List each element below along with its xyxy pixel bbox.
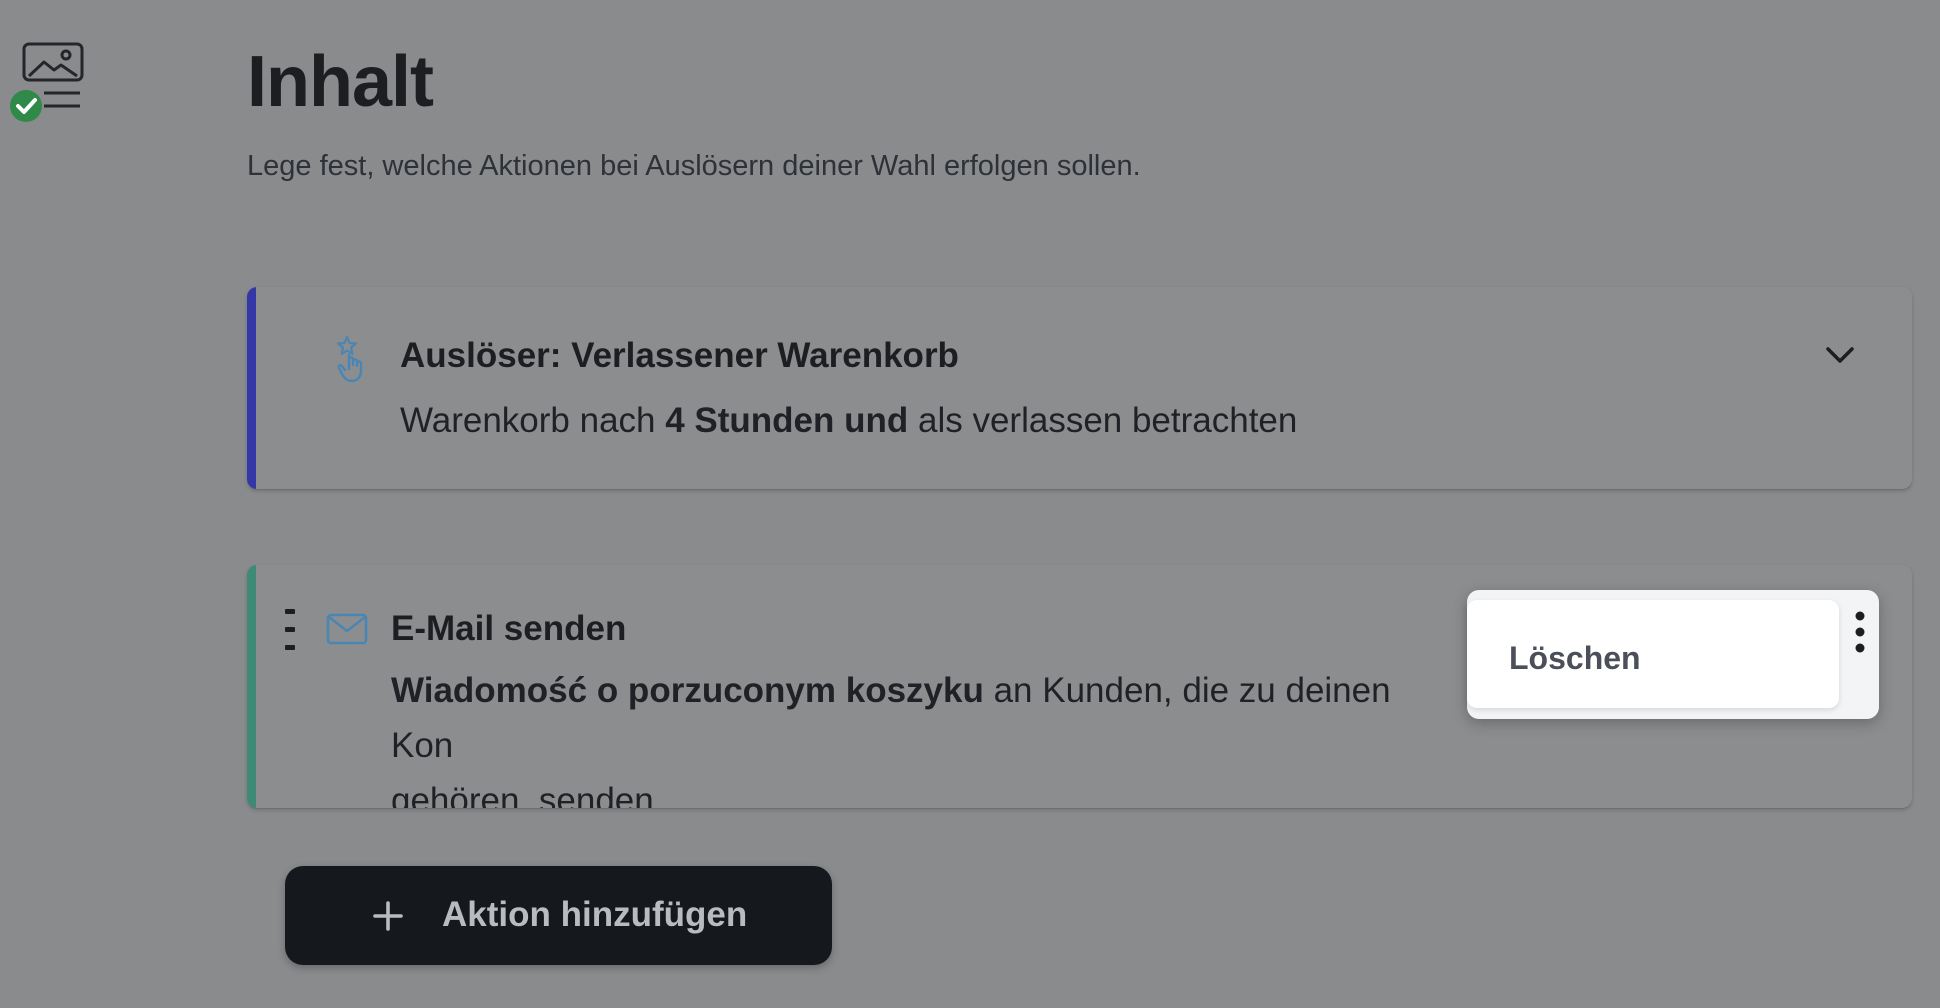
- action-card-description: Wiadomość o porzuconym koszyku an Kunden…: [391, 663, 1451, 808]
- plus-icon: [373, 901, 403, 931]
- action-desc-bold: Wiadomość o porzuconym koszyku: [391, 671, 984, 710]
- action-card-accent: [247, 565, 256, 808]
- trigger-card-description: Warenkorb nach 4 Stunden und als verlass…: [400, 394, 1297, 448]
- mail-icon: [326, 613, 368, 645]
- trigger-desc-bold: 4 Stunden und: [665, 401, 909, 440]
- page: Inhalt Lege fest, welche Aktionen bei Au…: [0, 0, 1940, 1008]
- page-title: Inhalt: [247, 42, 434, 122]
- action-card-title: E-Mail senden: [391, 609, 627, 648]
- menu-item-delete[interactable]: Löschen: [1467, 600, 1839, 708]
- trigger-card[interactable]: Auslöser: Verlassener Warenkorb Warenkor…: [247, 287, 1912, 489]
- trigger-card-accent: [247, 287, 256, 489]
- trigger-desc-suffix: als verlassen betrachten: [908, 401, 1298, 440]
- more-options-icon[interactable]: [1853, 610, 1867, 658]
- add-action-label: Aktion hinzufügen: [442, 895, 748, 934]
- page-subtitle: Lege fest, welche Aktionen bei Auslösern…: [247, 150, 1141, 182]
- trigger-card-title: Auslöser: Verlassener Warenkorb: [400, 336, 959, 375]
- action-menu-dropdown: Löschen: [1467, 590, 1879, 719]
- chevron-down-icon[interactable]: [1824, 343, 1856, 367]
- drag-handle-icon[interactable]: [284, 609, 296, 651]
- content-image-check-icon[interactable]: [8, 40, 88, 130]
- action-desc-line2: gehören, senden: [391, 781, 654, 808]
- menu-item-delete-label: Löschen: [1509, 640, 1641, 676]
- trigger-desc-prefix: Warenkorb nach: [400, 401, 666, 440]
- tap-star-icon: [335, 335, 375, 383]
- add-action-button[interactable]: Aktion hinzufügen: [285, 866, 832, 965]
